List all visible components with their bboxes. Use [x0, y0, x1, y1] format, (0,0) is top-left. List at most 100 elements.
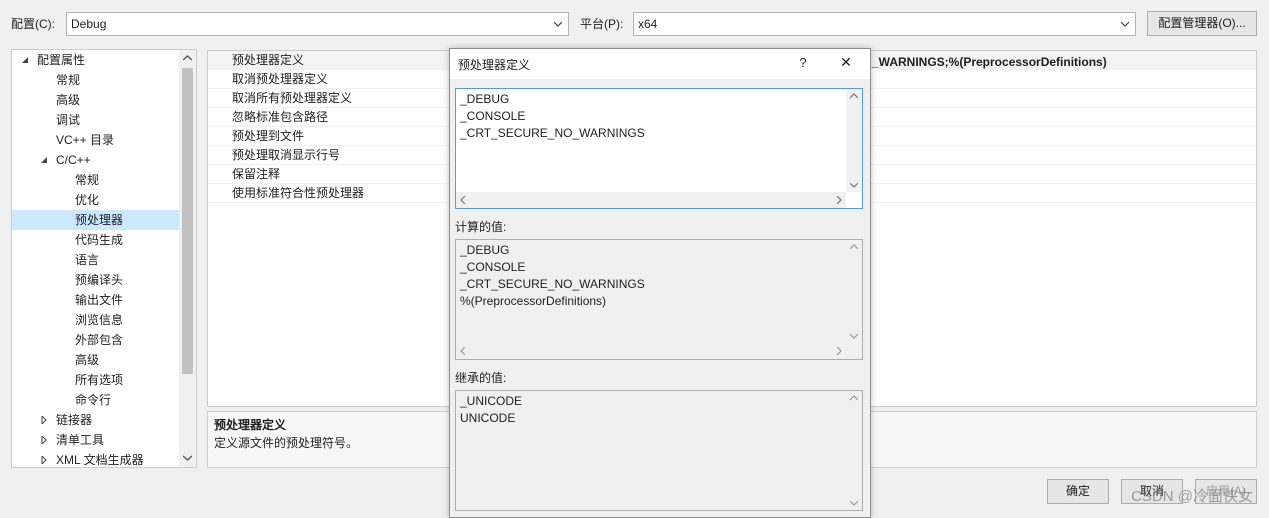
- computed-hscroll[interactable]: [456, 343, 846, 359]
- property-name: 取消预处理器定义: [232, 72, 329, 86]
- tree-item-label: 调试: [56, 113, 81, 127]
- computed-line: _DEBUG: [460, 243, 510, 257]
- definitions-edit-box[interactable]: _DEBUG _CONSOLE _CRT_SECURE_NO_WARNINGS: [455, 88, 863, 209]
- tree-scrollbar[interactable]: [179, 50, 196, 467]
- tree-item[interactable]: 常规: [12, 70, 179, 90]
- computed-line: _CONSOLE: [460, 260, 526, 274]
- close-button[interactable]: ✕: [836, 54, 856, 71]
- tree-item-label: C/C++: [56, 153, 91, 167]
- tree-item-label: VC++ 目录: [56, 133, 115, 147]
- tree-item-label: 外部包含: [75, 333, 124, 347]
- inherited-line: _UNICODE: [460, 394, 523, 408]
- platform-label: 平台(P):: [580, 17, 624, 31]
- tree-item[interactable]: 语言: [12, 250, 179, 270]
- tree-item-label: XML 文档生成器: [56, 453, 144, 467]
- computed-vscroll[interactable]: [846, 240, 862, 343]
- scroll-left-icon[interactable]: [460, 196, 466, 204]
- tree-item[interactable]: 高级: [12, 90, 179, 110]
- scroll-right-icon[interactable]: [836, 196, 842, 204]
- tree-item-label: 命令行: [75, 393, 112, 407]
- tree-item[interactable]: 所有选项: [12, 370, 179, 390]
- chevron-down-icon: [1121, 21, 1129, 27]
- scroll-up-icon[interactable]: [850, 395, 858, 401]
- edit-hscroll[interactable]: [456, 192, 846, 208]
- scroll-right-icon[interactable]: [836, 347, 842, 355]
- tree-item[interactable]: 输出文件: [12, 290, 179, 310]
- inherited-vscroll[interactable]: [846, 391, 862, 510]
- ok-button[interactable]: 确定: [1047, 479, 1109, 504]
- tree-item-label: 浏览信息: [75, 313, 124, 327]
- tree-item[interactable]: 优化: [12, 190, 179, 210]
- inherited-values-box: _UNICODE UNICODE: [455, 390, 863, 511]
- config-value: Debug: [71, 17, 107, 31]
- scroll-down-icon[interactable]: [850, 182, 858, 188]
- chevron-down-icon: [554, 21, 562, 27]
- tree-item[interactable]: 调试: [12, 110, 179, 130]
- tree-item-label: 链接器: [56, 413, 93, 427]
- expanded-triangle-icon[interactable]: [21, 56, 29, 64]
- expanded-triangle-icon[interactable]: [40, 156, 48, 164]
- property-name: 预处理取消显示行号: [232, 148, 341, 162]
- property-name: 使用标准符合性预处理器: [232, 186, 365, 200]
- preprocessor-definitions-dialog: 预处理器定义 ? ✕ _DEBUG _CONSOLE _CRT_SECURE_NO_…: [449, 48, 871, 518]
- tree-item-label: 代码生成: [75, 233, 124, 247]
- tree-item[interactable]: 预处理器: [12, 210, 179, 230]
- tree-item[interactable]: 配置属性: [12, 50, 179, 70]
- tree-item[interactable]: 命令行: [12, 390, 179, 410]
- watermark-text: CSDN @冷面侠女: [1131, 488, 1253, 505]
- property-name: 预处理到文件: [232, 129, 305, 143]
- tree-item-label: 输出文件: [75, 293, 124, 307]
- scroll-left-icon[interactable]: [460, 347, 466, 355]
- edit-line: _DEBUG: [460, 92, 510, 106]
- tree-item[interactable]: 代码生成: [12, 230, 179, 250]
- tree-item[interactable]: VC++ 目录: [12, 130, 179, 150]
- tree-item[interactable]: XML 文档生成器: [12, 450, 179, 467]
- scroll-down-icon[interactable]: [183, 455, 192, 461]
- tree-item-label: 高级: [56, 93, 81, 107]
- dialog-title: 预处理器定义: [458, 58, 531, 72]
- platform-combobox[interactable]: x64: [633, 12, 1136, 36]
- config-label: 配置(C):: [11, 17, 55, 31]
- computed-lines: _DEBUG _CONSOLE _CRT_SECURE_NO_WARNINGS %(P…: [460, 242, 858, 310]
- collapsed-triangle-icon[interactable]: [40, 436, 48, 444]
- tree-item-label: 所有选项: [75, 373, 124, 387]
- scroll-down-icon[interactable]: [850, 333, 858, 339]
- platform-value: x64: [638, 17, 658, 31]
- scroll-up-icon[interactable]: [850, 93, 858, 99]
- tree-item[interactable]: 外部包含: [12, 330, 179, 350]
- tree-item-label: 清单工具: [56, 433, 105, 447]
- tree-item-label: 语言: [75, 253, 100, 267]
- inherited-line: UNICODE: [460, 411, 516, 425]
- tree-item[interactable]: 链接器: [12, 410, 179, 430]
- tree-scroll-thumb[interactable]: [182, 68, 193, 374]
- config-manager-button[interactable]: 配置管理器(O)...: [1147, 11, 1257, 36]
- tree-item[interactable]: 清单工具: [12, 430, 179, 450]
- tree-item[interactable]: 预编译头: [12, 270, 179, 290]
- description-text: 定义源文件的预处理符号。: [214, 436, 359, 450]
- tree-items: 配置属性 常规 高级 调试 VC++ 目录 C/C++ 常规 优化 预处理器 代码生成 语言 预编译头…: [12, 50, 179, 467]
- tree-item-label: 配置属性: [37, 53, 86, 67]
- help-button[interactable]: ?: [795, 55, 811, 70]
- computed-line: %(PreprocessorDefinitions): [460, 294, 607, 308]
- tree-item-label: 优化: [75, 193, 100, 207]
- tree-item[interactable]: 高级: [12, 350, 179, 370]
- property-name: 预处理器定义: [232, 53, 305, 67]
- edit-lines: _DEBUG _CONSOLE _CRT_SECURE_NO_WARNINGS: [460, 91, 858, 142]
- tree-item-label: 常规: [56, 73, 81, 87]
- property-tree: 配置属性 常规 高级 调试 VC++ 目录 C/C++ 常规 优化 预处理器 代码生成 语言 预编译头…: [11, 49, 197, 468]
- edit-vscroll[interactable]: [846, 89, 862, 192]
- config-combobox[interactable]: Debug: [66, 12, 569, 36]
- tree-item[interactable]: 浏览信息: [12, 310, 179, 330]
- inherited-lines: _UNICODE UNICODE: [460, 393, 858, 427]
- scroll-up-icon[interactable]: [183, 55, 192, 61]
- scroll-up-icon[interactable]: [850, 244, 858, 250]
- collapsed-triangle-icon[interactable]: [40, 416, 48, 424]
- tree-item[interactable]: 常规: [12, 170, 179, 190]
- tree-item[interactable]: C/C++: [12, 150, 179, 170]
- collapsed-triangle-icon[interactable]: [40, 456, 48, 464]
- scroll-down-icon[interactable]: [850, 500, 858, 506]
- preprocessor-definitions-value[interactable]: _WARNINGS;%(PreprocessorDefinitions): [872, 55, 1107, 69]
- property-name: 保留注释: [232, 167, 281, 181]
- computed-values-label: 计算的值:: [455, 220, 507, 234]
- description-title: 预处理器定义: [214, 418, 287, 432]
